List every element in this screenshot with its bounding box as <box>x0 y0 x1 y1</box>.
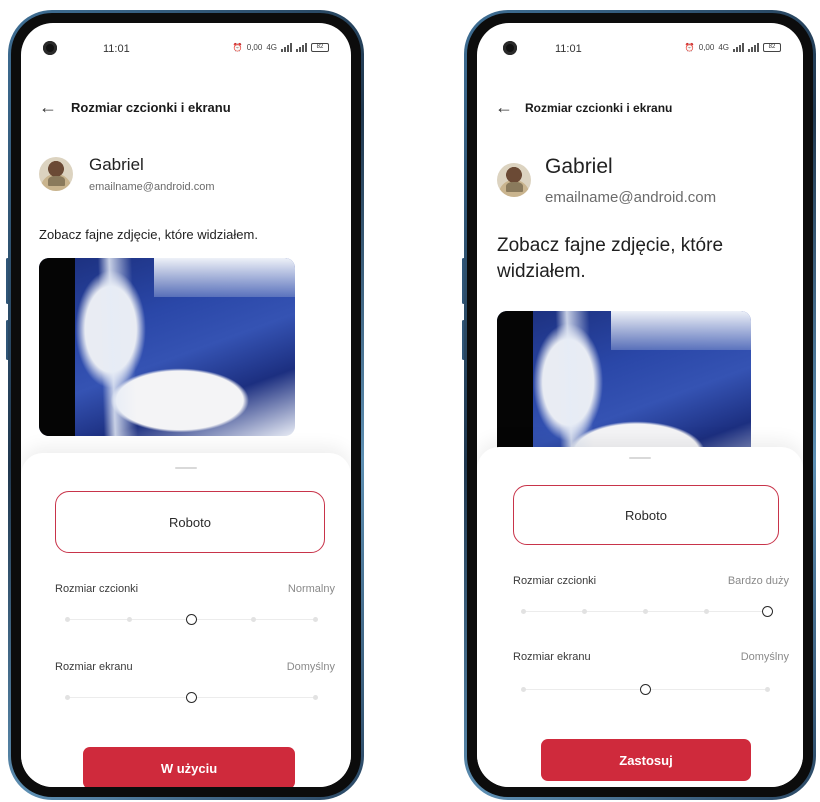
bottom-sheet: Roboto Rozmiar czcionki Normalny Rozmiar… <box>21 453 351 787</box>
signal-icon-2 <box>748 43 759 52</box>
slider-thumb[interactable] <box>185 614 197 625</box>
slider-tick[interactable] <box>520 687 526 692</box>
slider-tick[interactable] <box>64 617 70 622</box>
slider-thumb[interactable] <box>185 692 197 703</box>
font-size-label: Rozmiar czcionki <box>55 583 139 595</box>
avatar <box>497 163 531 197</box>
slider-tick[interactable] <box>250 617 256 622</box>
signal-icon-2 <box>296 43 307 52</box>
font-select[interactable]: Roboto <box>55 491 325 553</box>
network-type: 4G <box>718 43 729 52</box>
app-bar: ← Rozmiar czcionki i ekranu <box>39 97 231 118</box>
in-use-button[interactable]: W użyciu <box>83 747 295 787</box>
slider-thumb[interactable] <box>639 684 651 695</box>
font-size-value: Normalny <box>287 583 335 595</box>
camera-icon <box>43 41 57 55</box>
avatar <box>39 157 73 191</box>
slider-tick[interactable] <box>764 687 770 692</box>
slider-tick[interactable] <box>642 609 648 614</box>
font-select[interactable]: Roboto <box>513 485 779 545</box>
network-type: 4G <box>266 43 277 52</box>
battery-icon: 82 <box>763 43 781 52</box>
message-text: Zobacz fajne zdjęcie, które widziałem. <box>497 235 724 282</box>
net-speed: 0,00 <box>246 43 263 52</box>
status-bar: 11:01 ⏰ 0,00 4G 82 <box>477 23 803 59</box>
font-size-value: Bardzo duży <box>727 575 789 587</box>
font-size-slider[interactable] <box>64 613 318 627</box>
alarm-icon: ⏰ <box>232 43 243 52</box>
app-bar: ← Rozmiar czcionki i ekranu <box>495 97 672 118</box>
back-arrow-icon[interactable]: ← <box>495 97 513 118</box>
font-size-label: Rozmiar czcionki <box>513 575 597 587</box>
slider-tick[interactable] <box>126 617 132 622</box>
sheet-handle[interactable] <box>629 457 651 459</box>
screen-left: 11:01 ⏰ 0,00 4G 82 ← Rozmiar czcionki i … <box>21 23 351 787</box>
signal-icon <box>733 43 744 52</box>
bottom-sheet: Roboto Rozmiar czcionki Bardzo duży Rozm… <box>477 447 803 787</box>
phone-left: 11:01 ⏰ 0,00 4G 82 ← Rozmiar czcionki i … <box>8 10 364 800</box>
status-time: 11:01 <box>555 43 582 55</box>
profile-email: emailname@android.com <box>89 181 215 193</box>
signal-icon <box>281 43 292 52</box>
profile-email: emailname@android.com <box>545 189 717 206</box>
back-arrow-icon[interactable]: ← <box>39 97 57 118</box>
screen-right: 11:01 ⏰ 0,00 4G 82 ← Rozmiar czcionki i … <box>477 23 803 787</box>
screen-size-value: Domyślny <box>740 651 789 663</box>
page-title: Rozmiar czcionki i ekranu <box>71 100 231 115</box>
profile-name: Gabriel <box>89 155 144 174</box>
slider-thumb[interactable] <box>761 606 773 617</box>
page-title: Rozmiar czcionki i ekranu <box>525 100 673 115</box>
slider-tick[interactable] <box>312 695 318 700</box>
camera-icon <box>503 41 517 55</box>
status-time: 11:01 <box>103 43 130 55</box>
profile-name: Gabriel <box>545 155 613 178</box>
apply-button[interactable]: Zastosuj <box>541 739 751 781</box>
slider-tick[interactable] <box>64 695 70 700</box>
screen-size-label: Rozmiar ekranu <box>513 651 591 663</box>
slider-tick[interactable] <box>581 609 587 614</box>
alarm-icon: ⏰ <box>684 43 695 52</box>
slider-tick[interactable] <box>520 609 526 614</box>
slider-tick[interactable] <box>703 609 709 614</box>
slider-tick[interactable] <box>312 617 318 622</box>
font-size-slider[interactable] <box>520 605 773 619</box>
screen-size-slider[interactable] <box>520 683 770 697</box>
screen-size-value: Domyślny <box>286 661 335 673</box>
status-bar: 11:01 ⏰ 0,00 4G 82 <box>21 23 351 59</box>
sheet-handle[interactable] <box>175 467 197 469</box>
net-speed: 0,00 <box>698 43 715 52</box>
screen-size-label: Rozmiar ekranu <box>55 661 133 673</box>
screen-size-slider[interactable] <box>64 691 318 705</box>
phone-right: 11:01 ⏰ 0,00 4G 82 ← Rozmiar czcionki i … <box>464 10 816 800</box>
message-text: Zobacz fajne zdjęcie, które widziałem. <box>39 227 258 242</box>
battery-icon: 82 <box>311 43 329 52</box>
shared-photo <box>39 258 295 436</box>
